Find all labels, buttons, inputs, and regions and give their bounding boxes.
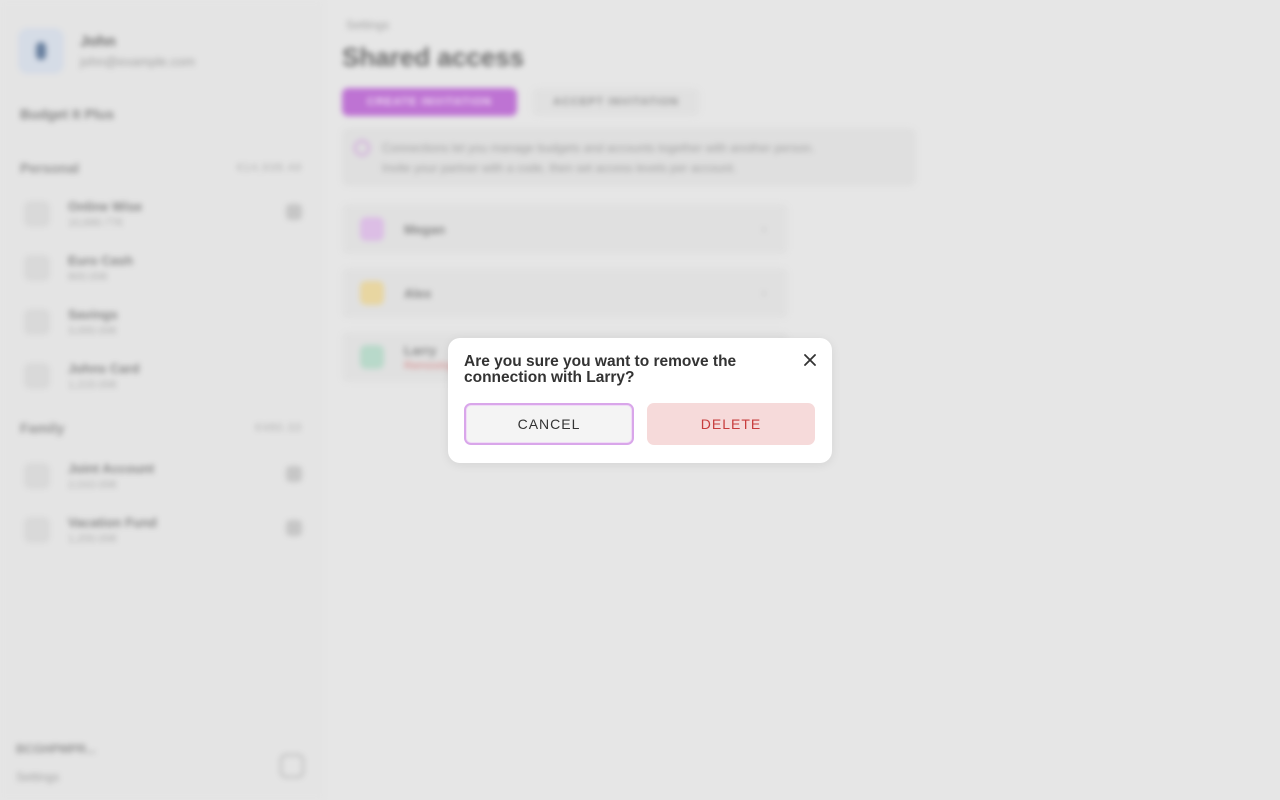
delete-button[interactable]: DELETE: [647, 403, 815, 445]
confirm-remove-dialog: Are you sure you want to remove the conn…: [448, 338, 832, 463]
dialog-title: Are you sure you want to remove the conn…: [464, 353, 737, 386]
cancel-button[interactable]: CANCEL: [464, 403, 634, 445]
close-icon: [804, 354, 816, 366]
close-button[interactable]: [800, 350, 820, 370]
